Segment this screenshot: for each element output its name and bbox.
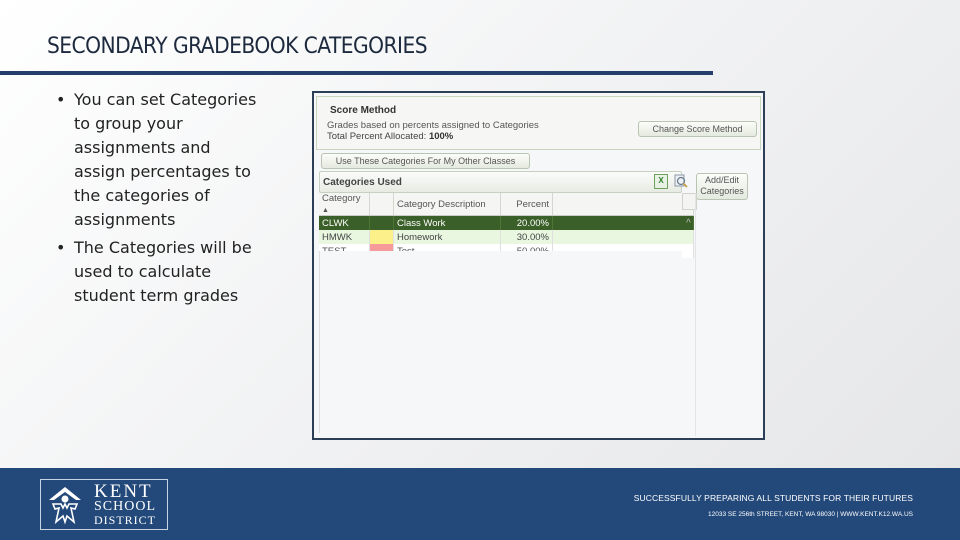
district-logo: KENT SCHOOL DISTRICT [40, 479, 168, 530]
footer-tagline: SUCCESSFULLY PREPARING ALL STUDENTS FOR … [633, 493, 913, 503]
bullet-list: • You can set Categories to group your as… [56, 88, 266, 312]
score-method-title: Score Method [330, 105, 397, 116]
bullet-text: The Categories will be used to calculate… [74, 238, 252, 305]
bullet-item: • The Categories will be used to calculat… [56, 236, 266, 308]
table-row[interactable]: CLWK Class Work 20.00% [319, 215, 694, 230]
add-edit-label-line2: Categories [700, 186, 744, 196]
panel-divider [695, 193, 696, 436]
gradebook-screenshot: Score Method Grades based on percents as… [312, 91, 765, 440]
school-house-icon [49, 487, 81, 525]
cell-spacer [552, 230, 694, 244]
footer-bar: KENT SCHOOL DISTRICT SUCCESSFULLY PREPAR… [0, 468, 960, 540]
slide-title: SECONDARY GRADEBOOK CATEGORIES [47, 34, 428, 59]
total-percent: Total Percent Allocated: 100% [327, 131, 453, 142]
bullet-marker: • [56, 238, 66, 257]
categories-used-header: Categories Used X [319, 171, 688, 193]
change-score-method-button[interactable]: Change Score Method [638, 121, 757, 137]
cell-color-swatch [369, 230, 394, 244]
footer-address: 12033 SE 256th STREET, KENT, WA 98030 | … [708, 511, 913, 518]
column-header-color[interactable] [369, 193, 394, 216]
cell-category: CLWK [319, 215, 370, 230]
table-row[interactable]: HMWK Homework 30.00% [319, 230, 694, 244]
use-categories-other-classes-button[interactable]: Use These Categories For My Other Classe… [321, 153, 530, 169]
cell-percent: 30.00% [500, 230, 553, 244]
scroll-up-arrow-icon[interactable]: ^ [682, 218, 695, 229]
column-header-percent[interactable]: Percent [500, 193, 553, 216]
total-percent-value: 100% [428, 131, 454, 142]
table-empty-area [319, 251, 682, 433]
cell-color-swatch [369, 215, 394, 230]
categories-table: Category ▲ Category Description Percent … [319, 193, 694, 258]
bullet-item: • You can set Categories to group your as… [56, 88, 266, 232]
bullet-marker: • [56, 90, 66, 109]
cell-spacer [552, 215, 694, 230]
bullet-text: You can set Categories to group your ass… [74, 90, 257, 229]
add-edit-label-line1: Add/Edit [704, 175, 740, 185]
cell-percent: 20.00% [500, 215, 553, 230]
excel-export-icon[interactable]: X [654, 174, 668, 189]
sort-ascending-icon: ▲ [322, 207, 329, 214]
cell-description: Homework [393, 230, 501, 244]
column-header-spacer [552, 193, 694, 216]
categories-used-title: Categories Used [323, 177, 402, 188]
score-method-description: Grades based on percents assigned to Cat… [327, 120, 539, 131]
score-method-panel: Score Method Grades based on percents as… [316, 96, 761, 150]
title-underline [0, 71, 713, 75]
magnify-icon[interactable] [674, 174, 688, 188]
column-header-description[interactable]: Category Description [393, 193, 501, 216]
cell-description: Class Work [393, 215, 501, 230]
total-percent-label: Total Percent Allocated: [327, 131, 427, 142]
logo-text-district: DISTRICT [94, 513, 156, 527]
add-edit-categories-button[interactable]: Add/Edit Categories [696, 173, 748, 200]
cell-category: HMWK [319, 230, 370, 244]
column-header-category[interactable]: Category ▲ [319, 193, 370, 216]
